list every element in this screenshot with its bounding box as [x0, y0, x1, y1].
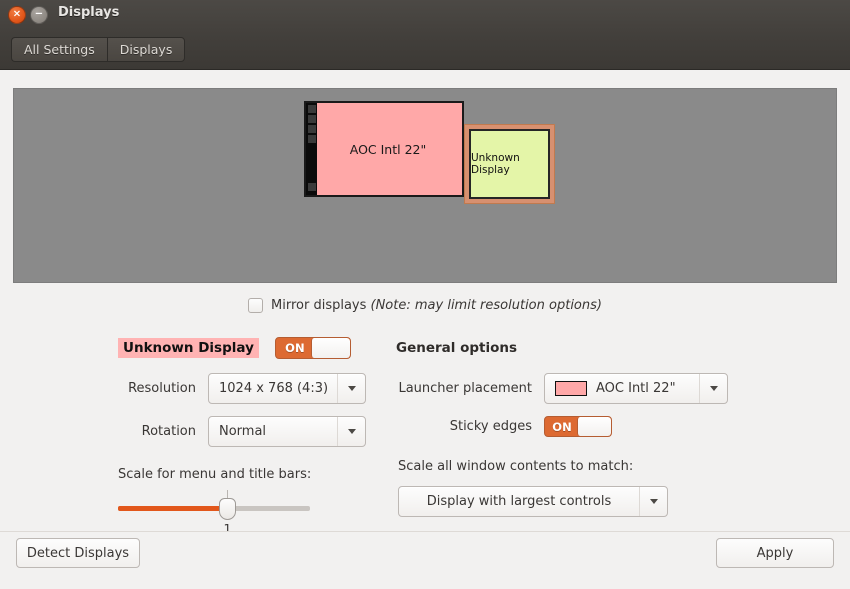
monitor-label: Unknown Display	[471, 152, 520, 176]
window-controls: × −	[8, 6, 48, 24]
chevron-down-icon	[639, 487, 667, 516]
scale-all-wrap: Display with largest controls	[396, 486, 736, 517]
resolution-dropdown[interactable]: 1024 x 768 (4:3)	[208, 373, 366, 404]
mirror-displays-checkbox[interactable]	[248, 298, 264, 313]
toggle-knob	[577, 417, 611, 436]
footer-bar: Detect Displays Apply	[0, 531, 850, 589]
window-title: Displays	[58, 5, 120, 20]
displays-button[interactable]: Displays	[106, 37, 186, 62]
sticky-edges-state: ON	[552, 419, 572, 434]
launcher-placement-label: Launcher placement	[398, 381, 532, 396]
mirror-displays-row: Mirror displays (Note: may limit resolut…	[0, 298, 850, 313]
launcher-placement-dropdown[interactable]: AOC Intl 22"	[544, 373, 728, 404]
mirror-displays-label: Mirror displays (Note: may limit resolut…	[271, 298, 602, 313]
rotation-row: Rotation Normal	[118, 416, 380, 447]
sticky-edges-toggle[interactable]: ON	[544, 416, 612, 437]
close-icon[interactable]: ×	[8, 6, 26, 24]
rotation-value: Normal	[219, 424, 267, 439]
launcher-bar-icon	[306, 103, 317, 195]
scale-all-dropdown[interactable]: Display with largest controls	[398, 486, 668, 517]
slider-fill	[118, 506, 228, 511]
display-options-column: Unknown Display ON Resolution 1024 x 768…	[118, 335, 380, 536]
minimize-icon[interactable]: −	[30, 6, 48, 24]
close-glyph: ×	[12, 8, 22, 20]
slider-handle[interactable]	[219, 498, 236, 520]
selected-display-name: Unknown Display	[118, 338, 259, 358]
launcher-placement-value: AOC Intl 22"	[596, 381, 676, 396]
scale-all-value: Display with largest controls	[426, 494, 612, 509]
display-preview-panel[interactable]: AOC Intl 22" Unknown Display	[13, 88, 837, 283]
content-area: AOC Intl 22" Unknown Display Mirror disp…	[0, 70, 850, 589]
monitor-unknown-display[interactable]: Unknown Display	[464, 124, 555, 204]
general-options-column: General options Launcher placement AOC I…	[396, 335, 736, 517]
chevron-down-icon	[337, 417, 365, 446]
launcher-placement-value-wrap: AOC Intl 22"	[545, 381, 699, 396]
rotation-dropdown[interactable]: Normal	[208, 416, 366, 447]
minimize-glyph: −	[34, 8, 44, 20]
chevron-down-icon	[337, 374, 365, 403]
monitor-aoc-intl-22[interactable]: AOC Intl 22"	[304, 101, 464, 197]
scale-menu-slider[interactable]: 1	[118, 490, 310, 536]
monitor-label: AOC Intl 22"	[349, 141, 427, 157]
title-bar: × − Displays All Settings Displays	[0, 0, 850, 70]
mirror-displays-text: Mirror displays	[271, 298, 371, 313]
resolution-label: Resolution	[128, 381, 196, 396]
launcher-icon	[307, 125, 316, 133]
all-settings-button[interactable]: All Settings	[11, 37, 107, 62]
toolbar: All Settings Displays	[11, 37, 186, 62]
displays-settings-window: × − Displays All Settings Displays AOC I…	[0, 0, 850, 589]
detect-displays-button[interactable]: Detect Displays	[16, 538, 140, 568]
toggle-knob	[310, 338, 350, 358]
general-options-heading: General options	[396, 340, 518, 356]
rotation-label: Rotation	[141, 424, 196, 439]
resolution-value: 1024 x 768 (4:3)	[219, 381, 329, 396]
launcher-icon	[307, 105, 316, 113]
display-power-toggle[interactable]: ON	[274, 337, 351, 359]
chevron-down-icon	[699, 374, 727, 403]
launcher-icon	[307, 115, 316, 123]
sticky-edges-row: Sticky edges ON	[396, 416, 736, 437]
mirror-displays-note: (Note: may limit resolution options)	[370, 298, 602, 313]
resolution-row: Resolution 1024 x 768 (4:3)	[118, 373, 380, 404]
apply-button[interactable]: Apply	[716, 538, 834, 568]
monitor-unknown-face: Unknown Display	[469, 129, 550, 199]
color-swatch-icon	[555, 381, 587, 396]
scale-menu-label: Scale for menu and title bars:	[118, 467, 312, 482]
scale-all-label: Scale all window contents to match:	[398, 459, 634, 474]
launcher-icon	[307, 135, 316, 143]
launcher-icon	[307, 183, 316, 191]
sticky-edges-label: Sticky edges	[449, 419, 532, 434]
launcher-placement-row: Launcher placement AOC Intl 22"	[396, 373, 736, 404]
display-power-state: ON	[285, 341, 305, 355]
display-header-row: Unknown Display ON	[118, 335, 380, 361]
